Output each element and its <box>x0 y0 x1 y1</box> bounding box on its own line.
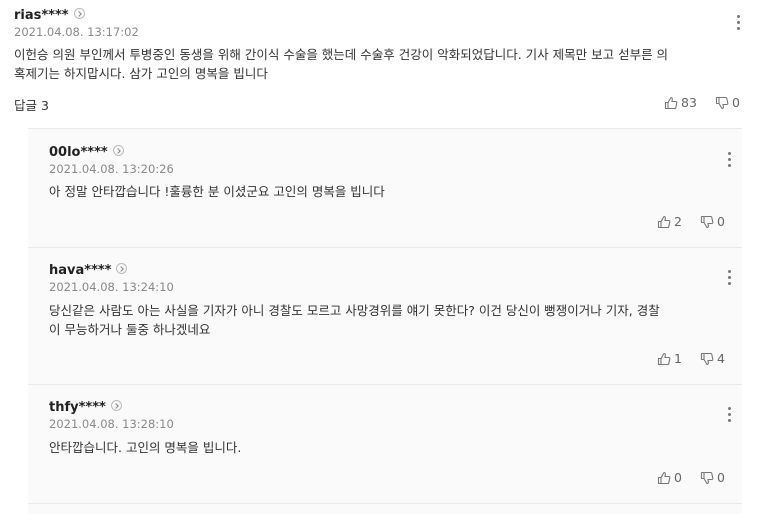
dislike-count: 0 <box>717 214 725 229</box>
reply-author[interactable]: hava**** <box>49 263 128 278</box>
reply-text-line: 이 무능하거나 둘중 하나겠네요 <box>49 322 211 337</box>
dislike-button[interactable]: 0 <box>700 214 725 229</box>
more-options-icon[interactable] <box>724 270 734 286</box>
comment-timestamp: 2021.04.08. 13:17:02 <box>14 25 139 39</box>
dislike-count: 0 <box>732 95 740 110</box>
reply-toggle-button[interactable]: 답글 3 <box>14 95 49 114</box>
divider <box>28 503 742 504</box>
reply-author[interactable]: thfy**** <box>49 400 122 415</box>
reply-text: 안타깝습니다. 고인의 명복을 빕니다. <box>49 440 242 455</box>
like-button[interactable]: 0 <box>657 470 682 485</box>
comment-author-name[interactable]: rias**** <box>14 8 69 23</box>
reply-text-line: 당신같은 사람도 아는 사실을 기자가 아니 경찰도 모르고 사망경위를 얘기 … <box>49 303 660 318</box>
thumbs-down-icon <box>700 471 714 485</box>
dislike-button[interactable]: 0 <box>700 470 725 485</box>
reply-timestamp: 2021.04.08. 13:20:26 <box>49 162 174 176</box>
more-options-icon[interactable] <box>733 15 743 31</box>
reply-author-name[interactable]: thfy**** <box>49 400 106 415</box>
comment-text-line: 혹제기는 하지맙시다. 삼가 고인의 명복을 빕니다 <box>14 66 268 81</box>
more-options-icon[interactable] <box>724 152 734 168</box>
reply-author[interactable]: 00lo**** <box>49 145 124 160</box>
divider <box>28 247 742 248</box>
like-count: 2 <box>674 214 682 229</box>
thumbs-down-icon <box>700 352 714 366</box>
thumbs-up-icon <box>657 215 671 229</box>
thumbs-down-icon <box>715 96 729 110</box>
reply-text: 당신같은 사람도 아는 사실을 기자가 아니 경찰도 모르고 사망경위를 얘기 … <box>49 301 739 339</box>
reply-timestamp: 2021.04.08. 13:24:10 <box>49 280 174 294</box>
reply-label: 답글 <box>14 98 38 113</box>
reply-count: 3 <box>41 98 49 113</box>
chevron-right-icon[interactable] <box>73 8 85 19</box>
chevron-right-icon[interactable] <box>110 400 122 411</box>
chevron-right-icon[interactable] <box>116 263 128 274</box>
dislike-count: 4 <box>717 351 725 366</box>
comment-text-line: 이헌승 의원 부인께서 투병중인 동생을 위해 간이식 수술을 했는데 수술후 … <box>14 47 669 62</box>
thumbs-down-icon <box>700 215 714 229</box>
chevron-right-icon[interactable] <box>112 145 124 156</box>
reply-author-name[interactable]: 00lo**** <box>49 145 108 160</box>
like-button[interactable]: 2 <box>657 214 682 229</box>
thumbs-up-icon <box>657 352 671 366</box>
reply-author-name[interactable]: hava**** <box>49 263 111 278</box>
reply-text: 아 정말 안타깝습니다 !훌륭한 분 이셨군요 고인의 명복을 빕니다 <box>49 184 385 199</box>
like-count: 0 <box>674 470 682 485</box>
reply-timestamp: 2021.04.08. 13:28:10 <box>49 417 174 431</box>
dislike-button[interactable]: 4 <box>700 351 725 366</box>
like-button[interactable]: 1 <box>657 351 682 366</box>
dislike-count: 0 <box>717 470 725 485</box>
like-button[interactable]: 83 <box>664 95 697 110</box>
comment-body: 이헌승 의원 부인께서 투병중인 동생을 위해 간이식 수술을 했는데 수술후 … <box>14 45 744 83</box>
more-options-icon[interactable] <box>724 407 734 423</box>
thumbs-up-icon <box>664 96 678 110</box>
comment-author[interactable]: rias**** <box>14 8 85 23</box>
divider <box>28 384 742 385</box>
like-count: 83 <box>681 95 697 110</box>
dislike-button[interactable]: 0 <box>715 95 740 110</box>
thumbs-up-icon <box>657 471 671 485</box>
like-count: 1 <box>674 351 682 366</box>
